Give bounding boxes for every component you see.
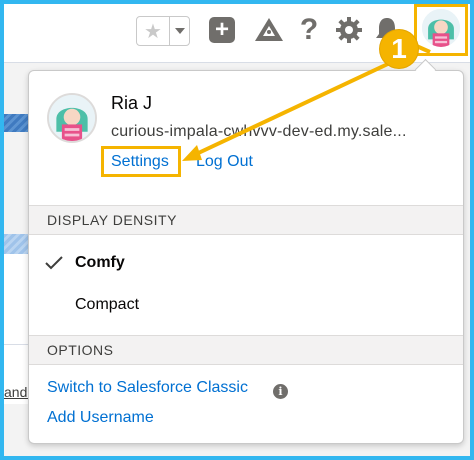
favorites-dropdown-button[interactable] bbox=[170, 17, 189, 45]
favorites-star-icon[interactable]: ★ bbox=[137, 17, 170, 45]
help-button[interactable]: ? bbox=[294, 13, 324, 46]
user-avatar bbox=[47, 93, 97, 143]
density-option-label: Comfy bbox=[75, 254, 125, 271]
avatar-highlight-box bbox=[414, 4, 468, 56]
user-profile-menu: Ria J curious-impala-cwhvvv-dev-ed.my.sa… bbox=[28, 70, 464, 444]
avatar-image bbox=[49, 95, 95, 141]
callout-step-badge: 1 bbox=[380, 30, 418, 68]
plus-icon: + bbox=[209, 17, 235, 43]
info-icon[interactable]: i bbox=[273, 384, 288, 399]
trailhead-icon bbox=[255, 18, 283, 41]
help-icon: ? bbox=[299, 13, 319, 46]
add-username-link[interactable]: Add Username bbox=[47, 409, 154, 427]
density-option-compact[interactable]: Compact bbox=[29, 285, 463, 325]
setup-button[interactable] bbox=[334, 15, 364, 45]
logout-link[interactable]: Log Out bbox=[196, 153, 253, 171]
gear-icon bbox=[336, 17, 362, 43]
user-name: Ria J bbox=[111, 93, 153, 113]
global-actions-button[interactable]: + bbox=[207, 15, 237, 45]
trailhead-button[interactable] bbox=[254, 15, 284, 45]
settings-link[interactable]: Settings bbox=[111, 153, 169, 171]
check-icon bbox=[45, 256, 63, 270]
favorites-button-group: ★ bbox=[136, 16, 190, 46]
background-link-text[interactable]: andi bbox=[4, 384, 30, 400]
switch-to-classic-link[interactable]: Switch to Salesforce Classic bbox=[47, 379, 248, 397]
density-option-label: Compact bbox=[75, 296, 140, 313]
chevron-down-icon bbox=[174, 28, 185, 34]
display-density-header: DISPLAY DENSITY bbox=[29, 205, 463, 235]
density-option-comfy[interactable]: Comfy bbox=[29, 243, 463, 283]
options-header: OPTIONS bbox=[29, 335, 463, 365]
user-domain: curious-impala-cwhvvv-dev-ed.my.sale... bbox=[111, 123, 407, 140]
